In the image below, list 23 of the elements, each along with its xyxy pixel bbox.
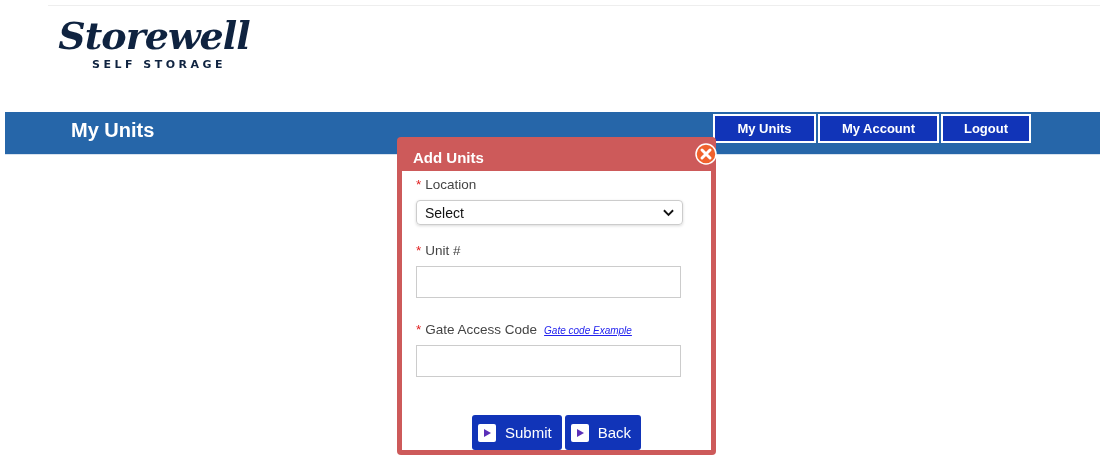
play-icon <box>570 423 589 442</box>
logo-tagline: SELF STORAGE <box>91 58 227 71</box>
nav-button[interactable]: Logout <box>941 114 1031 143</box>
field-label: Location <box>425 177 477 192</box>
location-select[interactable]: Select <box>416 200 683 225</box>
chevron-down-icon <box>663 208 674 217</box>
field-label: Gate Access Code <box>425 322 538 337</box>
page-title: My Units <box>71 119 155 142</box>
input-field[interactable] <box>416 266 681 298</box>
dialog-button[interactable]: Submit <box>471 415 562 450</box>
dialog-button[interactable]: Back <box>564 415 641 450</box>
example-link[interactable]: Gate code Example <box>544 325 632 336</box>
logo-wordmark: Storewell <box>58 14 250 58</box>
field-label: Unit # <box>425 243 461 258</box>
play-icon <box>477 423 496 442</box>
nav-button[interactable]: My Account <box>818 114 939 143</box>
required-mark: * <box>416 243 422 258</box>
input-field[interactable] <box>416 345 681 377</box>
dialog-title: Add Units <box>413 148 484 166</box>
close-icon[interactable] <box>695 143 717 165</box>
nav-button[interactable]: My Units <box>713 114 816 143</box>
required-mark: * <box>416 322 422 337</box>
required-mark: * <box>416 177 422 192</box>
